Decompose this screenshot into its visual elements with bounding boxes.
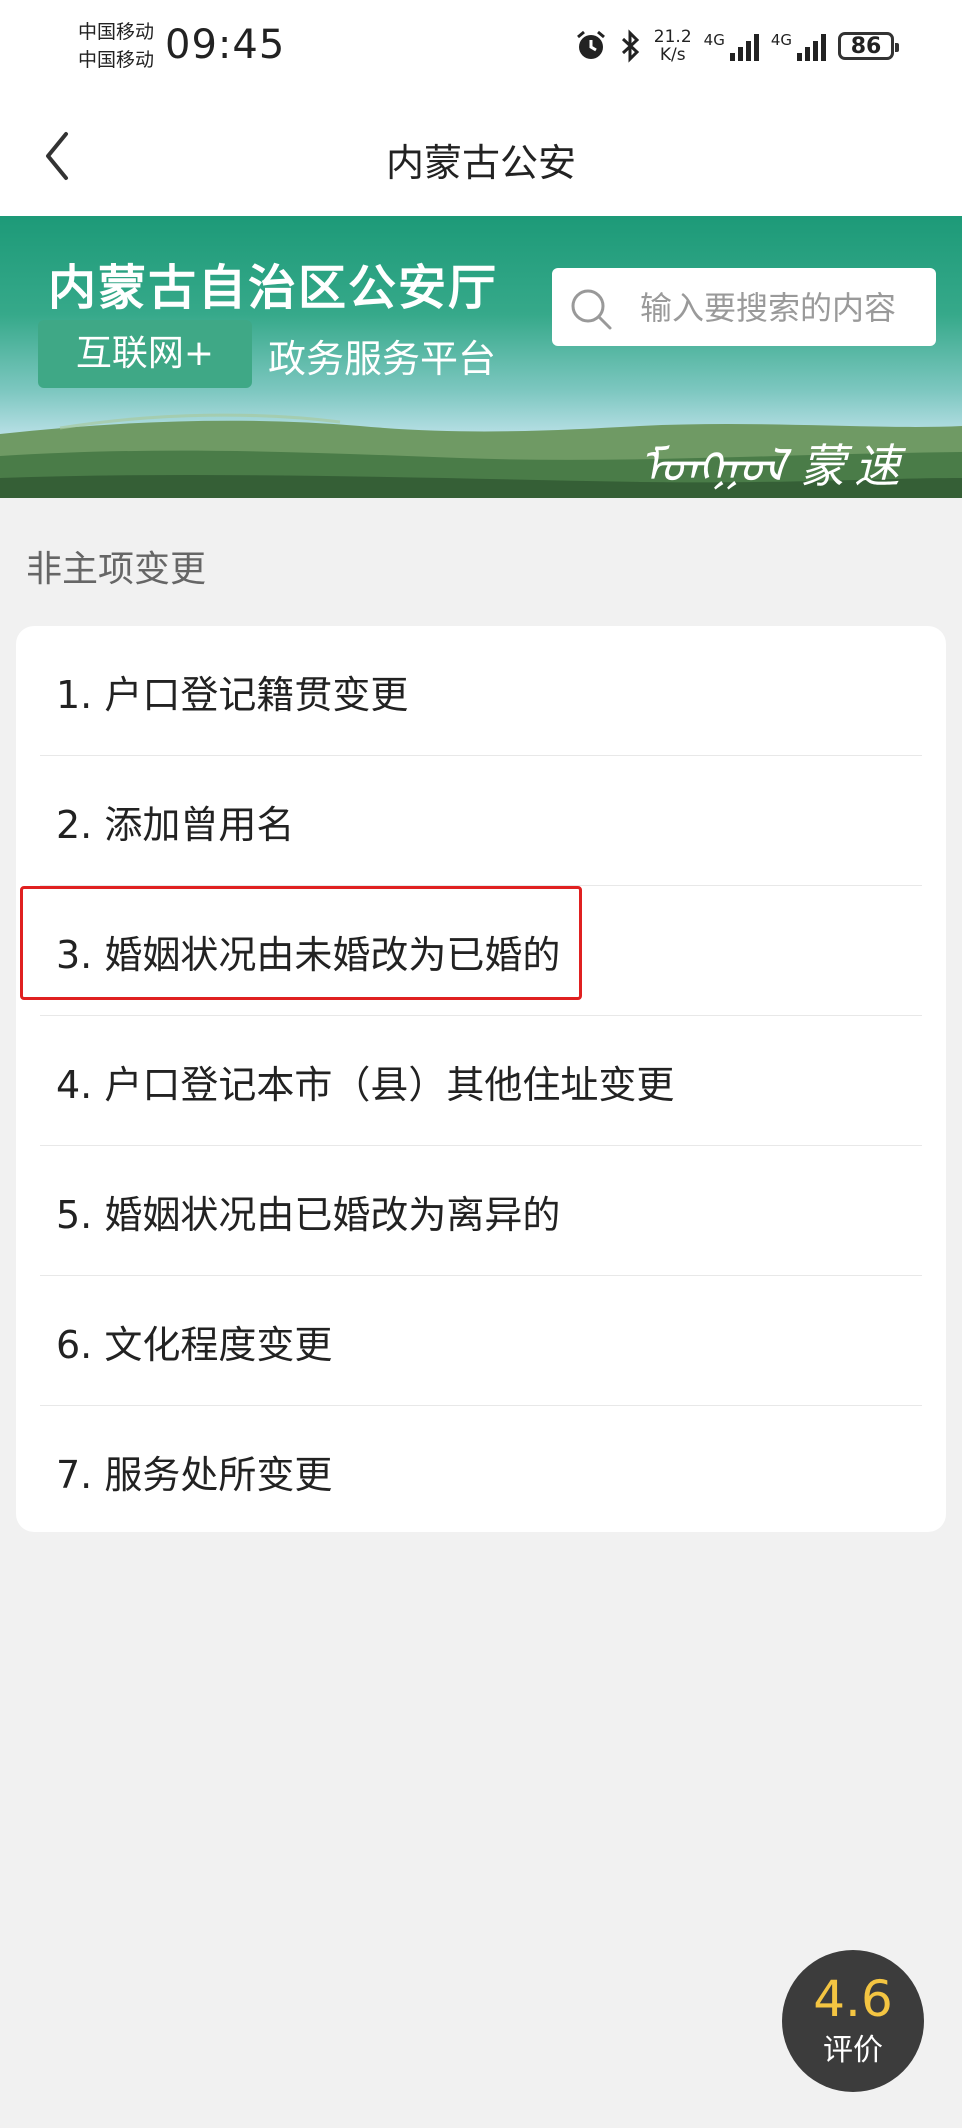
list-item-label: 5. 婚姻状况由已婚改为离异的 <box>56 1193 561 1237</box>
carrier-labels: 中国移动 中国移动 <box>78 18 154 74</box>
slogan-mongolian: ᠮᠣᠩᠭᠣᠯ <box>640 439 786 493</box>
rating-button[interactable]: 4.6 评价 <box>782 1950 924 2092</box>
page-title: 内蒙古公安 <box>385 141 576 185</box>
list-item-3[interactable]: 3. 婚姻状况由未婚改为已婚的 <box>40 886 922 1015</box>
change-list: 1. 户口登记籍贯变更 2. 添加曾用名 3. 婚姻状况由未婚改为已婚的 4. … <box>16 626 946 1532</box>
network-speed: 21.2 K/s <box>654 28 692 64</box>
network-type-2: 4G <box>770 31 792 49</box>
section-title: 非主项变更 <box>26 549 207 590</box>
list-item-4[interactable]: 4. 户口登记本市（县）其他住址变更 <box>40 1016 922 1145</box>
bluetooth-icon <box>621 29 639 63</box>
list-item-5[interactable]: 5. 婚姻状况由已婚改为离异的 <box>40 1146 922 1275</box>
carrier-1: 中国移动 <box>78 21 155 43</box>
slogan-calligraphy: ᠮᠣᠩᠭᠣᠯ 蒙速办 <box>640 416 962 498</box>
speed-unit: K/s <box>659 45 686 65</box>
banner: 内蒙古自治区公安厅 互联网+ 政务服务平台 ᠮᠣᠩᠭᠣᠯ 蒙速办 <box>0 216 962 498</box>
search-input[interactable] <box>638 282 932 334</box>
list-item-label: 7. 服务处所变更 <box>56 1453 333 1497</box>
list-item-label: 3. 婚姻状况由未婚改为已婚的 <box>56 933 561 977</box>
list-item-1[interactable]: 1. 户口登记籍贯变更 <box>40 626 922 755</box>
network-type-1: 4G <box>703 31 725 49</box>
nav-bar: 内蒙古公安 <box>0 96 962 216</box>
carrier-2: 中国移动 <box>78 49 155 71</box>
list-item-2[interactable]: 2. 添加曾用名 <box>40 756 922 885</box>
list-item-label: 4. 户口登记本市（县）其他住址变更 <box>56 1063 675 1107</box>
status-bar: 中国移动 中国移动 09:45 21.2 K/s 4G 4G 86 <box>0 0 962 96</box>
system-icons: 21.2 K/s 4G 4G 86 <box>574 26 899 66</box>
battery-icon: 86 <box>838 32 899 60</box>
list-item-label: 1. 户口登记籍贯变更 <box>56 673 409 717</box>
signal-1-icon: 4G <box>704 31 759 61</box>
alarm-icon <box>576 30 605 59</box>
banner-tag: 互联网+ <box>38 320 252 388</box>
battery-level: 86 <box>850 33 882 59</box>
search-box[interactable] <box>552 268 936 346</box>
speed-value: 21.2 <box>653 27 692 47</box>
rating-label: 评价 <box>823 2033 883 2068</box>
banner-title: 内蒙古自治区公安厅 <box>48 260 499 316</box>
search-icon <box>571 289 612 330</box>
list-item-7[interactable]: 7. 服务处所变更 <box>40 1406 922 1535</box>
list-item-6[interactable]: 6. 文化程度变更 <box>40 1276 922 1405</box>
clock: 09:45 <box>165 22 286 68</box>
rating-score: 4.6 <box>813 1970 893 2028</box>
list-item-label: 2. 添加曾用名 <box>56 803 295 847</box>
banner-subtitle: 政务服务平台 <box>268 337 497 381</box>
list-item-label: 6. 文化程度变更 <box>56 1323 333 1367</box>
signal-2-icon: 4G <box>771 31 826 61</box>
